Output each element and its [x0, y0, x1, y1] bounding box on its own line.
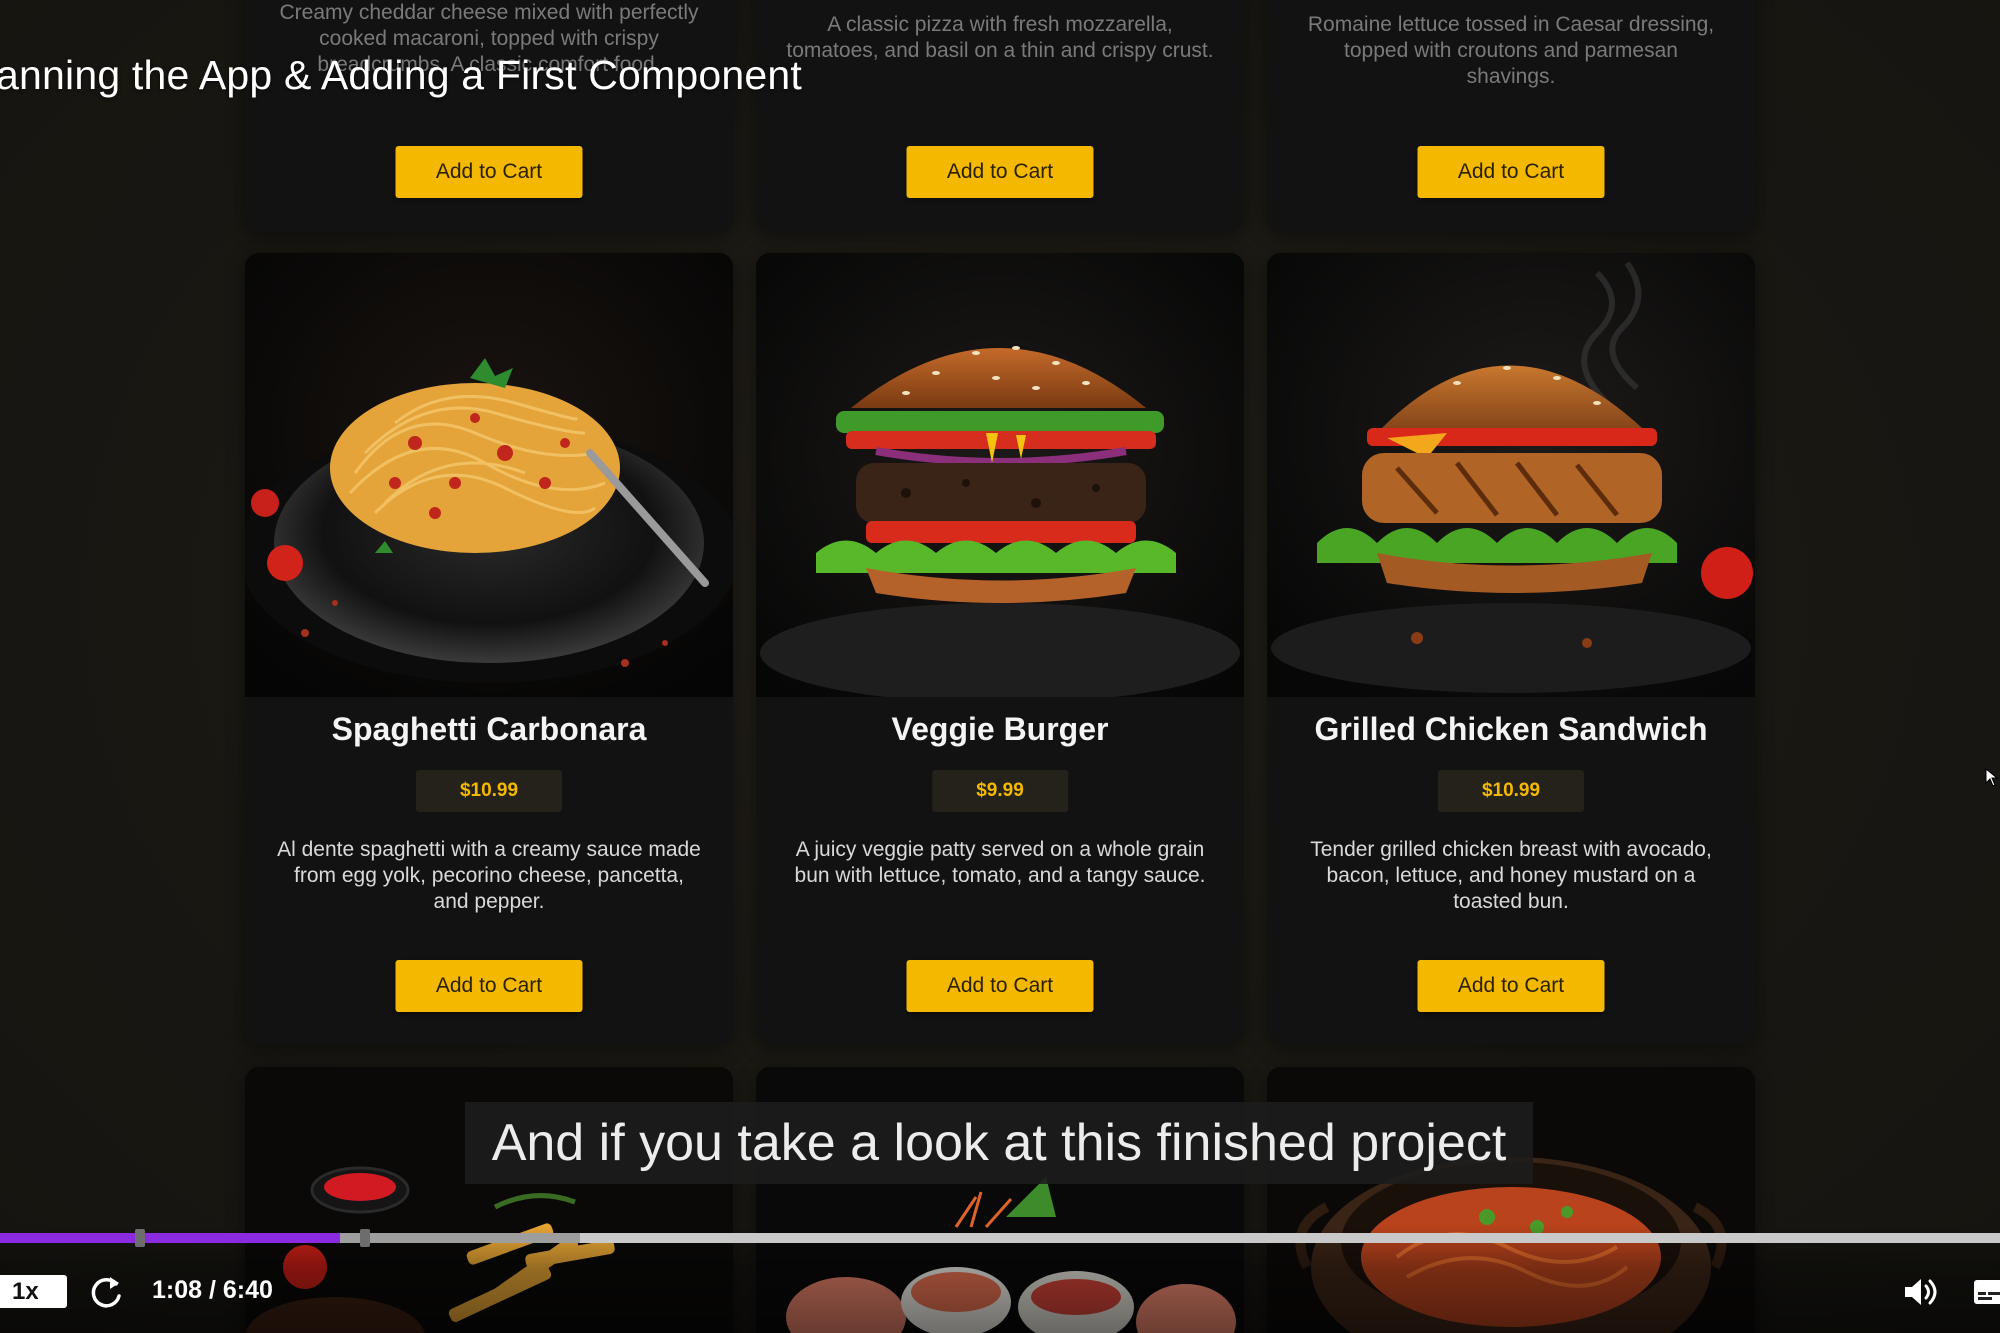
volume-icon[interactable]: [1900, 1272, 1940, 1312]
add-to-cart-button[interactable]: Add to Cart: [906, 960, 1094, 1012]
menu-card-veggie-burger: Veggie Burger $9.99 A juicy veggie patty…: [756, 253, 1244, 1045]
spaghetti-image: [245, 253, 733, 697]
progress-bar[interactable]: [0, 1229, 2000, 1247]
subtitle-caption: And if you take a look at this finished …: [465, 1102, 1533, 1184]
add-to-cart-button[interactable]: Add to Cart: [1417, 146, 1605, 198]
menu-card: Creamy cheddar cheese mixed with perfect…: [245, 0, 733, 232]
playback-speed-button[interactable]: 1x: [0, 1275, 67, 1308]
card-title: Veggie Burger: [891, 711, 1109, 747]
card-description: Al dente spaghetti with a creamy sauce m…: [277, 838, 701, 913]
chapter-marker: [360, 1229, 370, 1247]
mouse-cursor-icon: [1985, 767, 1999, 788]
burger-image: [756, 253, 1244, 697]
progress-played: [0, 1233, 340, 1243]
card-description: Romaine lettuce tossed in Caesar dressin…: [1307, 13, 1715, 88]
card-description: A classic pizza with fresh mozzarella, t…: [786, 13, 1214, 62]
price-badge: $10.99: [1437, 770, 1585, 812]
price-badge: $9.99: [932, 770, 1068, 812]
captions-icon[interactable]: [1972, 1276, 2000, 1308]
menu-card: Romaine lettuce tossed in Caesar dressin…: [1267, 0, 1755, 232]
card-title: Spaghetti Carbonara: [331, 711, 647, 747]
time-display: 1:08 / 6:40: [152, 1276, 273, 1304]
add-to-cart-button[interactable]: Add to Cart: [1417, 960, 1605, 1012]
card-description: Tender grilled chicken breast with avoca…: [1310, 838, 1712, 913]
price-badge: $10.99: [415, 770, 563, 812]
chicken-sandwich-image: [1267, 253, 1755, 697]
add-to-cart-button[interactable]: Add to Cart: [906, 146, 1094, 198]
menu-card: A classic pizza with fresh mozzarella, t…: [756, 0, 1244, 232]
menu-card-spaghetti-carbonara: Spaghetti Carbonara $10.99 Al dente spag…: [245, 253, 733, 1045]
video-title: anning the App & Adding a First Componen…: [0, 52, 802, 98]
add-to-cart-button[interactable]: Add to Cart: [395, 960, 583, 1012]
chapter-marker: [135, 1229, 145, 1247]
replay-icon[interactable]: [86, 1272, 126, 1312]
menu-card-grilled-chicken-sandwich: Grilled Chicken Sandwich $10.99 Tender g…: [1267, 253, 1755, 1045]
add-to-cart-button[interactable]: Add to Cart: [395, 146, 583, 198]
card-title: Grilled Chicken Sandwich: [1314, 711, 1708, 747]
card-description: A juicy veggie patty served on a whole g…: [794, 838, 1206, 887]
